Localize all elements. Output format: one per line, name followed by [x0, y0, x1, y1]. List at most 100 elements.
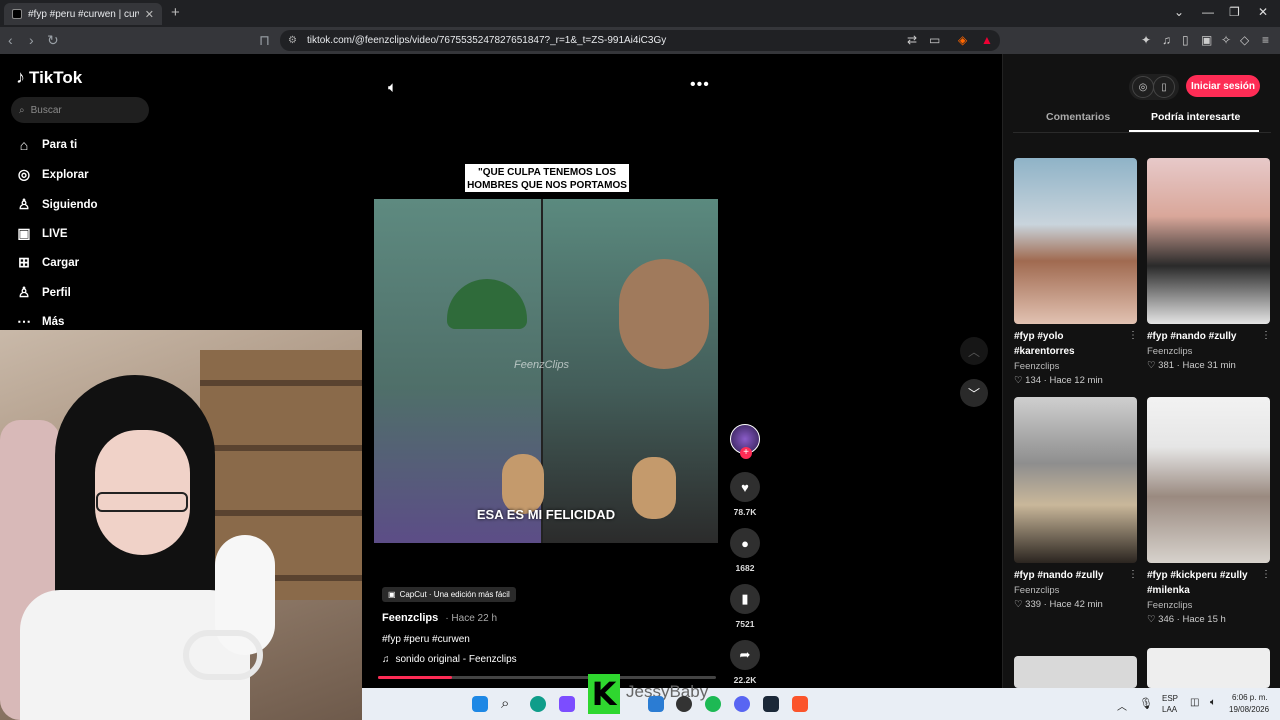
cast-icon[interactable]: ▭	[929, 33, 940, 47]
back-icon[interactable]: ‹	[8, 32, 13, 48]
recommended-video-card[interactable]: #fyp #yolo #karentorres ⋮ Feenzclips ♡ 1…	[1014, 158, 1138, 386]
brave-shield-icon[interactable]: ◈	[958, 33, 967, 47]
sidebar-item-live[interactable]: ▣ LIVE	[16, 225, 67, 242]
card-author[interactable]: Feenzclips	[1014, 585, 1138, 596]
minimize-button[interactable]: —	[1202, 5, 1214, 19]
tab-comentarios[interactable]: Comentarios	[1046, 111, 1110, 123]
tiktok-logo[interactable]: ♪ TikTok	[16, 67, 82, 88]
media-icon[interactable]: ♫	[1162, 33, 1171, 47]
close-tab-icon[interactable]: ✕	[145, 8, 154, 21]
video-thumbnail[interactable]	[1014, 656, 1137, 688]
maximize-button[interactable]: ❐	[1229, 5, 1240, 19]
forward-icon[interactable]: ›	[29, 32, 34, 48]
follow-plus-icon[interactable]: +	[740, 447, 752, 459]
sidebar-toggle-icon[interactable]: ▯	[1182, 33, 1189, 47]
video-thumbnail[interactable]	[1014, 397, 1137, 563]
new-tab-button[interactable]: +	[171, 4, 180, 21]
volume-tray-icon[interactable]: 🔈︎	[1210, 697, 1216, 708]
discord-icon[interactable]	[734, 696, 750, 712]
mic-tray-icon[interactable]: 🎙︎	[1139, 697, 1153, 710]
like-button[interactable]: ♥	[730, 472, 760, 502]
close-window-button[interactable]: ✕	[1258, 5, 1268, 19]
tab-search-icon[interactable]: ⌄	[1174, 5, 1184, 19]
video-action-bar: + ♥ 78.7K ● 1682 ▮ 7521 ➦ 22.2K	[728, 424, 762, 696]
get-app-icon[interactable]: ▯	[1153, 76, 1175, 98]
leo-ai-icon[interactable]: ✧	[1221, 33, 1231, 47]
steam-icon[interactable]	[763, 696, 779, 712]
card-more-icon[interactable]: ⋮	[1128, 330, 1138, 341]
tiktok-sidebar: ♪ TikTok ⌕ Buscar ⌂ Para ti ◎ Explorar ♙…	[0, 54, 362, 330]
browser-tab[interactable]: #fyp #peru #curwen | curwen ✕	[4, 3, 162, 25]
card-author[interactable]: Feenzclips	[1014, 361, 1138, 372]
tab-podria-interesarte[interactable]: Podría interesarte	[1151, 111, 1240, 123]
wallet-icon[interactable]: ▣	[1201, 33, 1212, 47]
card-more-icon[interactable]: ⋮	[1261, 569, 1271, 580]
like-count: 78.7K	[733, 507, 757, 517]
bookmark-icon[interactable]: ⊓	[259, 32, 270, 49]
sidebar-item-cargar[interactable]: ⊞ Cargar	[16, 254, 79, 271]
recommended-video-card[interactable]: #fyp #kickperu #zully #milenka ⋮ Feenzcl…	[1147, 397, 1271, 625]
volume-icon[interactable]: 🔈︎	[388, 79, 397, 96]
explore-icon[interactable]: ◎	[1132, 76, 1154, 98]
card-author[interactable]: Feenzclips	[1147, 346, 1271, 357]
brave-icon[interactable]	[792, 696, 808, 712]
video-thumbnail[interactable]	[1147, 397, 1270, 563]
tiktok-favicon-icon	[12, 9, 22, 19]
brave-rewards-icon[interactable]: ▲	[981, 33, 993, 47]
start-icon[interactable]	[472, 696, 488, 712]
card-author[interactable]: Feenzclips	[1147, 600, 1271, 611]
language-indicator[interactable]: ESP	[1162, 694, 1178, 703]
search-icon[interactable]: ⌕	[501, 696, 517, 712]
login-button[interactable]: Iniciar sesión	[1186, 75, 1260, 97]
save-button[interactable]: ▮	[730, 584, 760, 614]
bookmark-icon: ▮	[741, 591, 749, 606]
search-input[interactable]: ⌕ Buscar	[11, 97, 149, 123]
card-more-icon[interactable]: ⋮	[1261, 330, 1271, 341]
video-hashtags[interactable]: #fyp #peru #curwen	[382, 634, 470, 645]
copilot-icon[interactable]	[559, 696, 575, 712]
next-video-button[interactable]: ﹀	[960, 379, 988, 407]
menu-icon[interactable]: ≡	[1262, 33, 1269, 47]
sidebar-item-para-ti[interactable]: ⌂ Para ti	[16, 137, 77, 153]
url-field[interactable]: ⚙ tiktok.com/@feenzclips/video/767553524…	[280, 30, 1000, 51]
spotify-icon[interactable]	[705, 696, 721, 712]
sidebar-item-label: Perfil	[42, 286, 71, 299]
video-author[interactable]: Feenzclips	[382, 612, 438, 624]
translate-icon[interactable]: ⇄	[907, 33, 917, 47]
video-thumbnail[interactable]	[1147, 158, 1270, 324]
site-info-icon[interactable]: ⚙	[288, 35, 297, 46]
clock-date[interactable]: 19/08/2026	[1229, 705, 1269, 714]
recommended-video-card[interactable]	[1147, 648, 1271, 688]
clock-time[interactable]: 6:06 p. m.	[1232, 693, 1268, 702]
extensions-icon[interactable]: ✦	[1141, 33, 1151, 47]
creator-avatar[interactable]: +	[730, 424, 760, 459]
comment-button[interactable]: ●	[730, 528, 760, 558]
sidebar-item-perfil[interactable]: ♙ Perfil	[16, 284, 71, 301]
sidebar-item-explorar[interactable]: ◎ Explorar	[16, 166, 89, 183]
share-button[interactable]: ➦	[730, 640, 760, 670]
recommended-video-card[interactable]	[1014, 656, 1138, 688]
video-sound[interactable]: ♫ sonido original - Feenzclips	[382, 654, 517, 665]
recommended-video-card[interactable]: #fyp #nando #zully ⋮ Feenzclips ♡ 381 · …	[1147, 158, 1271, 371]
sidebar-item-siguiendo[interactable]: ♙ Siguiendo	[16, 196, 98, 213]
video-thumbnail[interactable]	[1147, 648, 1270, 688]
card-more-icon[interactable]: ⋮	[1128, 569, 1138, 580]
vpn-icon[interactable]: ◇	[1240, 33, 1249, 47]
sidebar-item-label: Siguiendo	[42, 198, 98, 211]
video-frame[interactable]: FeenzClips ESA ES MI FELICIDAD	[374, 199, 718, 543]
capcut-badge[interactable]: ▣ CapCut · Una edición más fácil	[382, 587, 516, 602]
video-thumbnail[interactable]	[1014, 158, 1137, 324]
reload-icon[interactable]: ↻	[47, 32, 59, 49]
sidebar-item-mas[interactable]: ⋯ Más	[16, 313, 64, 330]
video-progress-bar[interactable]	[378, 676, 716, 679]
store-icon[interactable]	[648, 696, 664, 712]
video-options-icon[interactable]: •••	[690, 76, 710, 94]
previous-video-button[interactable]: ︿	[960, 337, 988, 365]
obs-icon[interactable]	[676, 696, 692, 712]
search-icon: ⌕	[19, 104, 25, 116]
video-progress-fill	[378, 676, 453, 679]
network-icon[interactable]: ◫	[1190, 697, 1199, 708]
edge-icon[interactable]	[530, 696, 546, 712]
recommended-video-card[interactable]: #fyp #nando #zully ⋮ Feenzclips ♡ 339 · …	[1014, 397, 1138, 610]
tray-overflow-icon[interactable]: ︿	[1117, 698, 1127, 713]
